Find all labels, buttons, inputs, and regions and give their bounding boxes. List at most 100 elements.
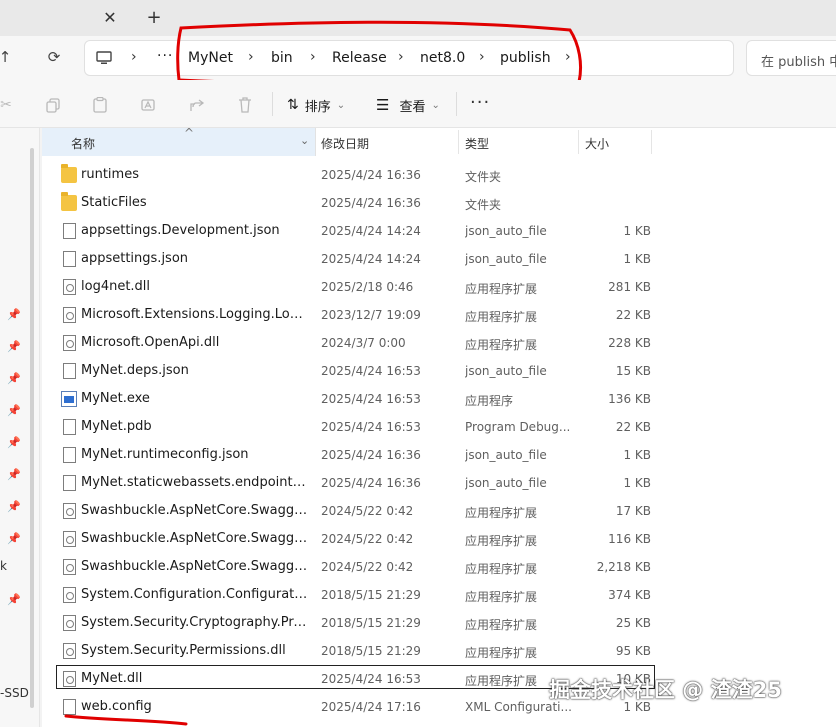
column-name-label: 名称 [71, 137, 96, 151]
file-row[interactable]: appsettings.json 2025/4/24 14:24 json_auto… [42, 245, 836, 273]
file-type: 应用程序扩展 [465, 618, 538, 632]
file-size: 374 KB [608, 588, 651, 602]
dll-icon [63, 531, 76, 547]
column-divider[interactable] [578, 130, 579, 154]
file-size: 116 KB [608, 532, 651, 546]
file-name: MyNet.staticwebassets.endpoints.json [81, 475, 308, 490]
column-header-name[interactable]: ^ 名称 ⌄ [42, 126, 316, 156]
file-size: 1 KB [623, 476, 651, 490]
file-size: 17 KB [615, 504, 651, 518]
pin-icon: 📌 [7, 532, 21, 545]
file-row[interactable]: Microsoft.OpenApi.dll 2024/3/7 0:00 应用程序扩展… [42, 329, 836, 357]
file-type: json_auto_file [465, 224, 547, 238]
file-type: 文件夹 [465, 198, 502, 212]
file-name: System.Security.Permissions.dll [81, 643, 286, 658]
file-row[interactable]: MyNet.exe 2025/4/24 16:53 应用程序 136 KB [42, 385, 836, 413]
chevron-right-icon[interactable]: › [565, 49, 571, 65]
file-size: 228 KB [608, 336, 651, 350]
paste-icon[interactable] [90, 95, 110, 115]
file-date-modified: 2018/5/15 21:29 [321, 616, 421, 630]
file-type: 应用程序 [465, 394, 514, 408]
file-row[interactable]: Microsoft.Extensions.Logging.Log4N... 202… [42, 301, 836, 329]
file-name: runtimes [81, 167, 139, 182]
file-name: MyNet.dll [81, 671, 143, 686]
file-row[interactable]: System.Configuration.ConfigurationM... 20… [42, 581, 836, 609]
file-row[interactable]: StaticFiles 2025/4/24 16:36 文件夹 [42, 189, 836, 217]
breadcrumb-overflow[interactable]: ··· [157, 48, 173, 64]
nav-scrollbar[interactable] [30, 148, 34, 708]
file-row[interactable]: log4net.dll 2025/2/18 0:46 应用程序扩展 281 KB [42, 273, 836, 301]
file-type: 应用程序扩展 [465, 506, 538, 520]
file-date-modified: 2023/12/7 19:09 [321, 308, 421, 322]
file-name: StaticFiles [81, 195, 147, 210]
new-tab-button[interactable]: + [142, 6, 166, 28]
close-tab-button[interactable]: ✕ [98, 6, 122, 28]
file-size: 281 KB [608, 280, 651, 294]
share-icon[interactable] [187, 95, 207, 115]
file-name: System.Configuration.ConfigurationM... [81, 587, 308, 602]
file-row[interactable]: System.Security.Cryptography.Protect... 2… [42, 609, 836, 637]
file-row[interactable]: System.Security.Permissions.dll 2018/5/15… [42, 637, 836, 665]
computer-icon [93, 47, 115, 69]
file-row[interactable]: web.config 2025/4/24 17:16 XML Configurati… [42, 693, 836, 721]
file-name: Swashbuckle.AspNetCore.SwaggerG... [81, 531, 308, 546]
breadcrumb-bin[interactable]: bin [271, 50, 293, 66]
file-date-modified: 2025/4/24 14:24 [321, 252, 421, 266]
breadcrumb-publish[interactable]: publish [500, 50, 551, 66]
copy-icon[interactable] [43, 95, 63, 115]
file-name: MyNet.runtimeconfig.json [81, 447, 249, 462]
file-type: 应用程序扩展 [465, 646, 538, 660]
file-date-modified: 2018/5/15 21:29 [321, 644, 421, 658]
column-header-type[interactable]: 类型 [465, 135, 489, 152]
column-divider[interactable] [458, 130, 459, 154]
delete-icon[interactable] [235, 95, 255, 115]
search-input[interactable]: 在 publish 中 [746, 40, 836, 76]
file-row[interactable]: runtimes 2025/4/24 16:36 文件夹 [42, 161, 836, 189]
file-date-modified: 2024/5/22 0:42 [321, 560, 414, 574]
file-type: XML Configurati... [465, 700, 572, 714]
file-row[interactable]: MyNet.pdb 2025/4/24 16:53 Program Debug...… [42, 413, 836, 441]
view-button[interactable]: ☰ 查看 ⌄ [376, 94, 440, 116]
column-header-row: ^ 名称 ⌄ 修改日期 类型 大小 [42, 126, 836, 156]
toolbar-divider [272, 92, 273, 116]
more-options-button[interactable]: ··· [470, 92, 490, 113]
chevron-down-icon[interactable]: ⌄ [300, 134, 309, 147]
refresh-icon[interactable]: ⟳ [43, 46, 65, 68]
sort-button[interactable]: ⇅ 排序 ⌄ [287, 94, 345, 116]
file-row[interactable]: MyNet.staticwebassets.endpoints.json 2025… [42, 469, 836, 497]
file-size: 136 KB [608, 392, 651, 406]
breadcrumb-net8[interactable]: net8.0 [420, 50, 465, 66]
file-type: 文件夹 [465, 170, 502, 184]
file-row[interactable]: MyNet.dll 2025/4/24 16:53 应用程序扩展 10 KB [42, 665, 836, 693]
file-row[interactable]: MyNet.deps.json 2025/4/24 16:53 json_auto_… [42, 357, 836, 385]
file-type: 应用程序扩展 [465, 562, 538, 576]
chevron-right-icon: › [398, 49, 404, 65]
cut-icon[interactable]: ✂ [0, 95, 16, 115]
chevron-right-icon: › [310, 49, 316, 65]
file-row[interactable]: Swashbuckle.AspNetCore.SwaggerG... 2024/5… [42, 525, 836, 553]
up-arrow-icon[interactable]: ↑ [0, 46, 16, 68]
address-bar[interactable]: › ··· MyNet › bin › Release › net8.0 › p… [84, 40, 734, 76]
file-row[interactable]: appsettings.Development.json 2025/4/24 14… [42, 217, 836, 245]
dll-icon [63, 559, 76, 575]
column-divider[interactable] [651, 130, 652, 154]
nav-item-drive-fragment[interactable]: -SSD [0, 686, 29, 700]
file-name: appsettings.json [81, 251, 189, 266]
file-row[interactable]: MyNet.runtimeconfig.json 2025/4/24 16:36 j… [42, 441, 836, 469]
tab-strip: ✕ + [0, 0, 836, 36]
nav-item-fragment[interactable]: k [0, 559, 7, 573]
chevron-right-icon: › [479, 49, 485, 65]
pin-icon: 📌 [7, 436, 21, 449]
file-date-modified: 2025/4/24 16:53 [321, 420, 421, 434]
sort-icon: ⇅ [287, 97, 299, 113]
file-size: 2,218 KB [596, 560, 651, 574]
file-row[interactable]: Swashbuckle.AspNetCore.SwaggerUI... 2024/… [42, 553, 836, 581]
rename-icon[interactable] [139, 95, 159, 115]
file-date-modified: 2025/4/24 16:36 [321, 476, 421, 490]
sort-label: 排序 [304, 99, 331, 115]
column-header-size[interactable]: 大小 [585, 135, 609, 152]
column-header-modified[interactable]: 修改日期 [321, 135, 369, 152]
breadcrumb-mynet[interactable]: MyNet [188, 50, 233, 66]
breadcrumb-release[interactable]: Release [332, 50, 387, 66]
file-row[interactable]: Swashbuckle.AspNetCore.Swagger.dll 2024/5… [42, 497, 836, 525]
